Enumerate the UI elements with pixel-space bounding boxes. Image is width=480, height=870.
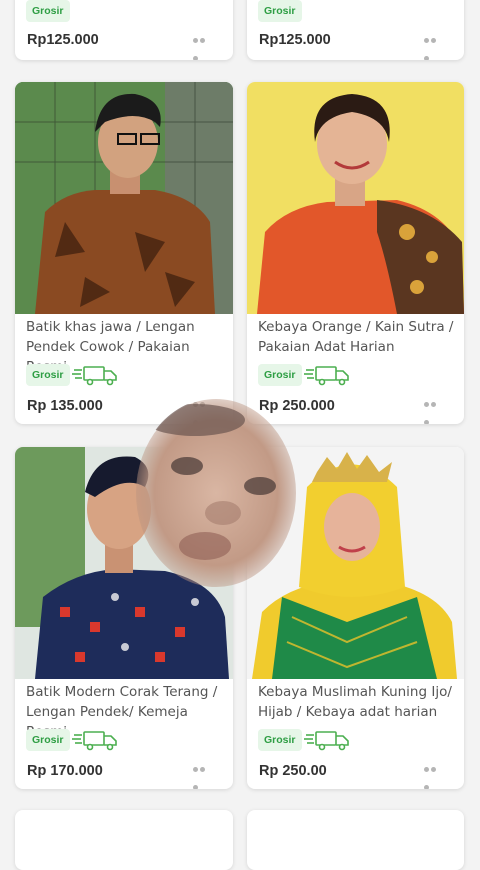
product-card[interactable]: Kebaya Orange / Kain Sutra / Pakaian Ada… xyxy=(247,82,464,424)
delivery-truck-icon xyxy=(304,366,349,386)
product-image[interactable] xyxy=(247,82,464,314)
grosir-badge: Grosir xyxy=(258,729,302,751)
more-dots-icon[interactable] xyxy=(424,402,444,424)
grosir-badge: Grosir xyxy=(26,0,70,22)
grosir-badge: Grosir xyxy=(26,729,70,751)
product-price: Rp125.000 xyxy=(259,32,331,48)
product-card-top-right[interactable]: Grosir Rp125.000 xyxy=(247,0,464,60)
more-dots-icon[interactable] xyxy=(193,38,213,60)
floating-face-overlay xyxy=(135,398,297,588)
more-dots-icon[interactable] xyxy=(424,767,444,789)
product-price: Rp125.000 xyxy=(27,32,99,48)
more-dots-icon[interactable] xyxy=(424,38,444,60)
product-photo-batik-man xyxy=(15,82,233,314)
more-dots-icon[interactable] xyxy=(193,767,213,789)
product-price: Rp 250.000 xyxy=(259,398,335,414)
grosir-badge: Grosir xyxy=(26,364,70,386)
grosir-badge: Grosir xyxy=(258,364,302,386)
product-card-bottom-right[interactable] xyxy=(247,810,464,870)
product-price: Rp 170.000 xyxy=(27,763,103,779)
product-card-bottom-left[interactable] xyxy=(15,810,233,870)
product-title[interactable]: Kebaya Muslimah Kuning Ijo/ Hijab / Keba… xyxy=(258,682,454,722)
product-card-top-left[interactable]: Grosir Rp125.000 xyxy=(15,0,233,60)
delivery-truck-icon xyxy=(304,731,349,751)
product-price: Rp 250.00 xyxy=(259,763,327,779)
grosir-badge: Grosir xyxy=(258,0,302,22)
product-price: Rp 135.000 xyxy=(27,398,103,414)
product-photo-kebaya-orange xyxy=(247,82,464,314)
product-card[interactable]: Batik khas jawa / Lengan Pendek Cowok / … xyxy=(15,82,233,424)
product-image[interactable] xyxy=(15,82,233,314)
delivery-truck-icon xyxy=(72,731,117,751)
delivery-truck-icon xyxy=(72,366,117,386)
product-title[interactable]: Kebaya Orange / Kain Sutra / Pakaian Ada… xyxy=(258,317,454,357)
